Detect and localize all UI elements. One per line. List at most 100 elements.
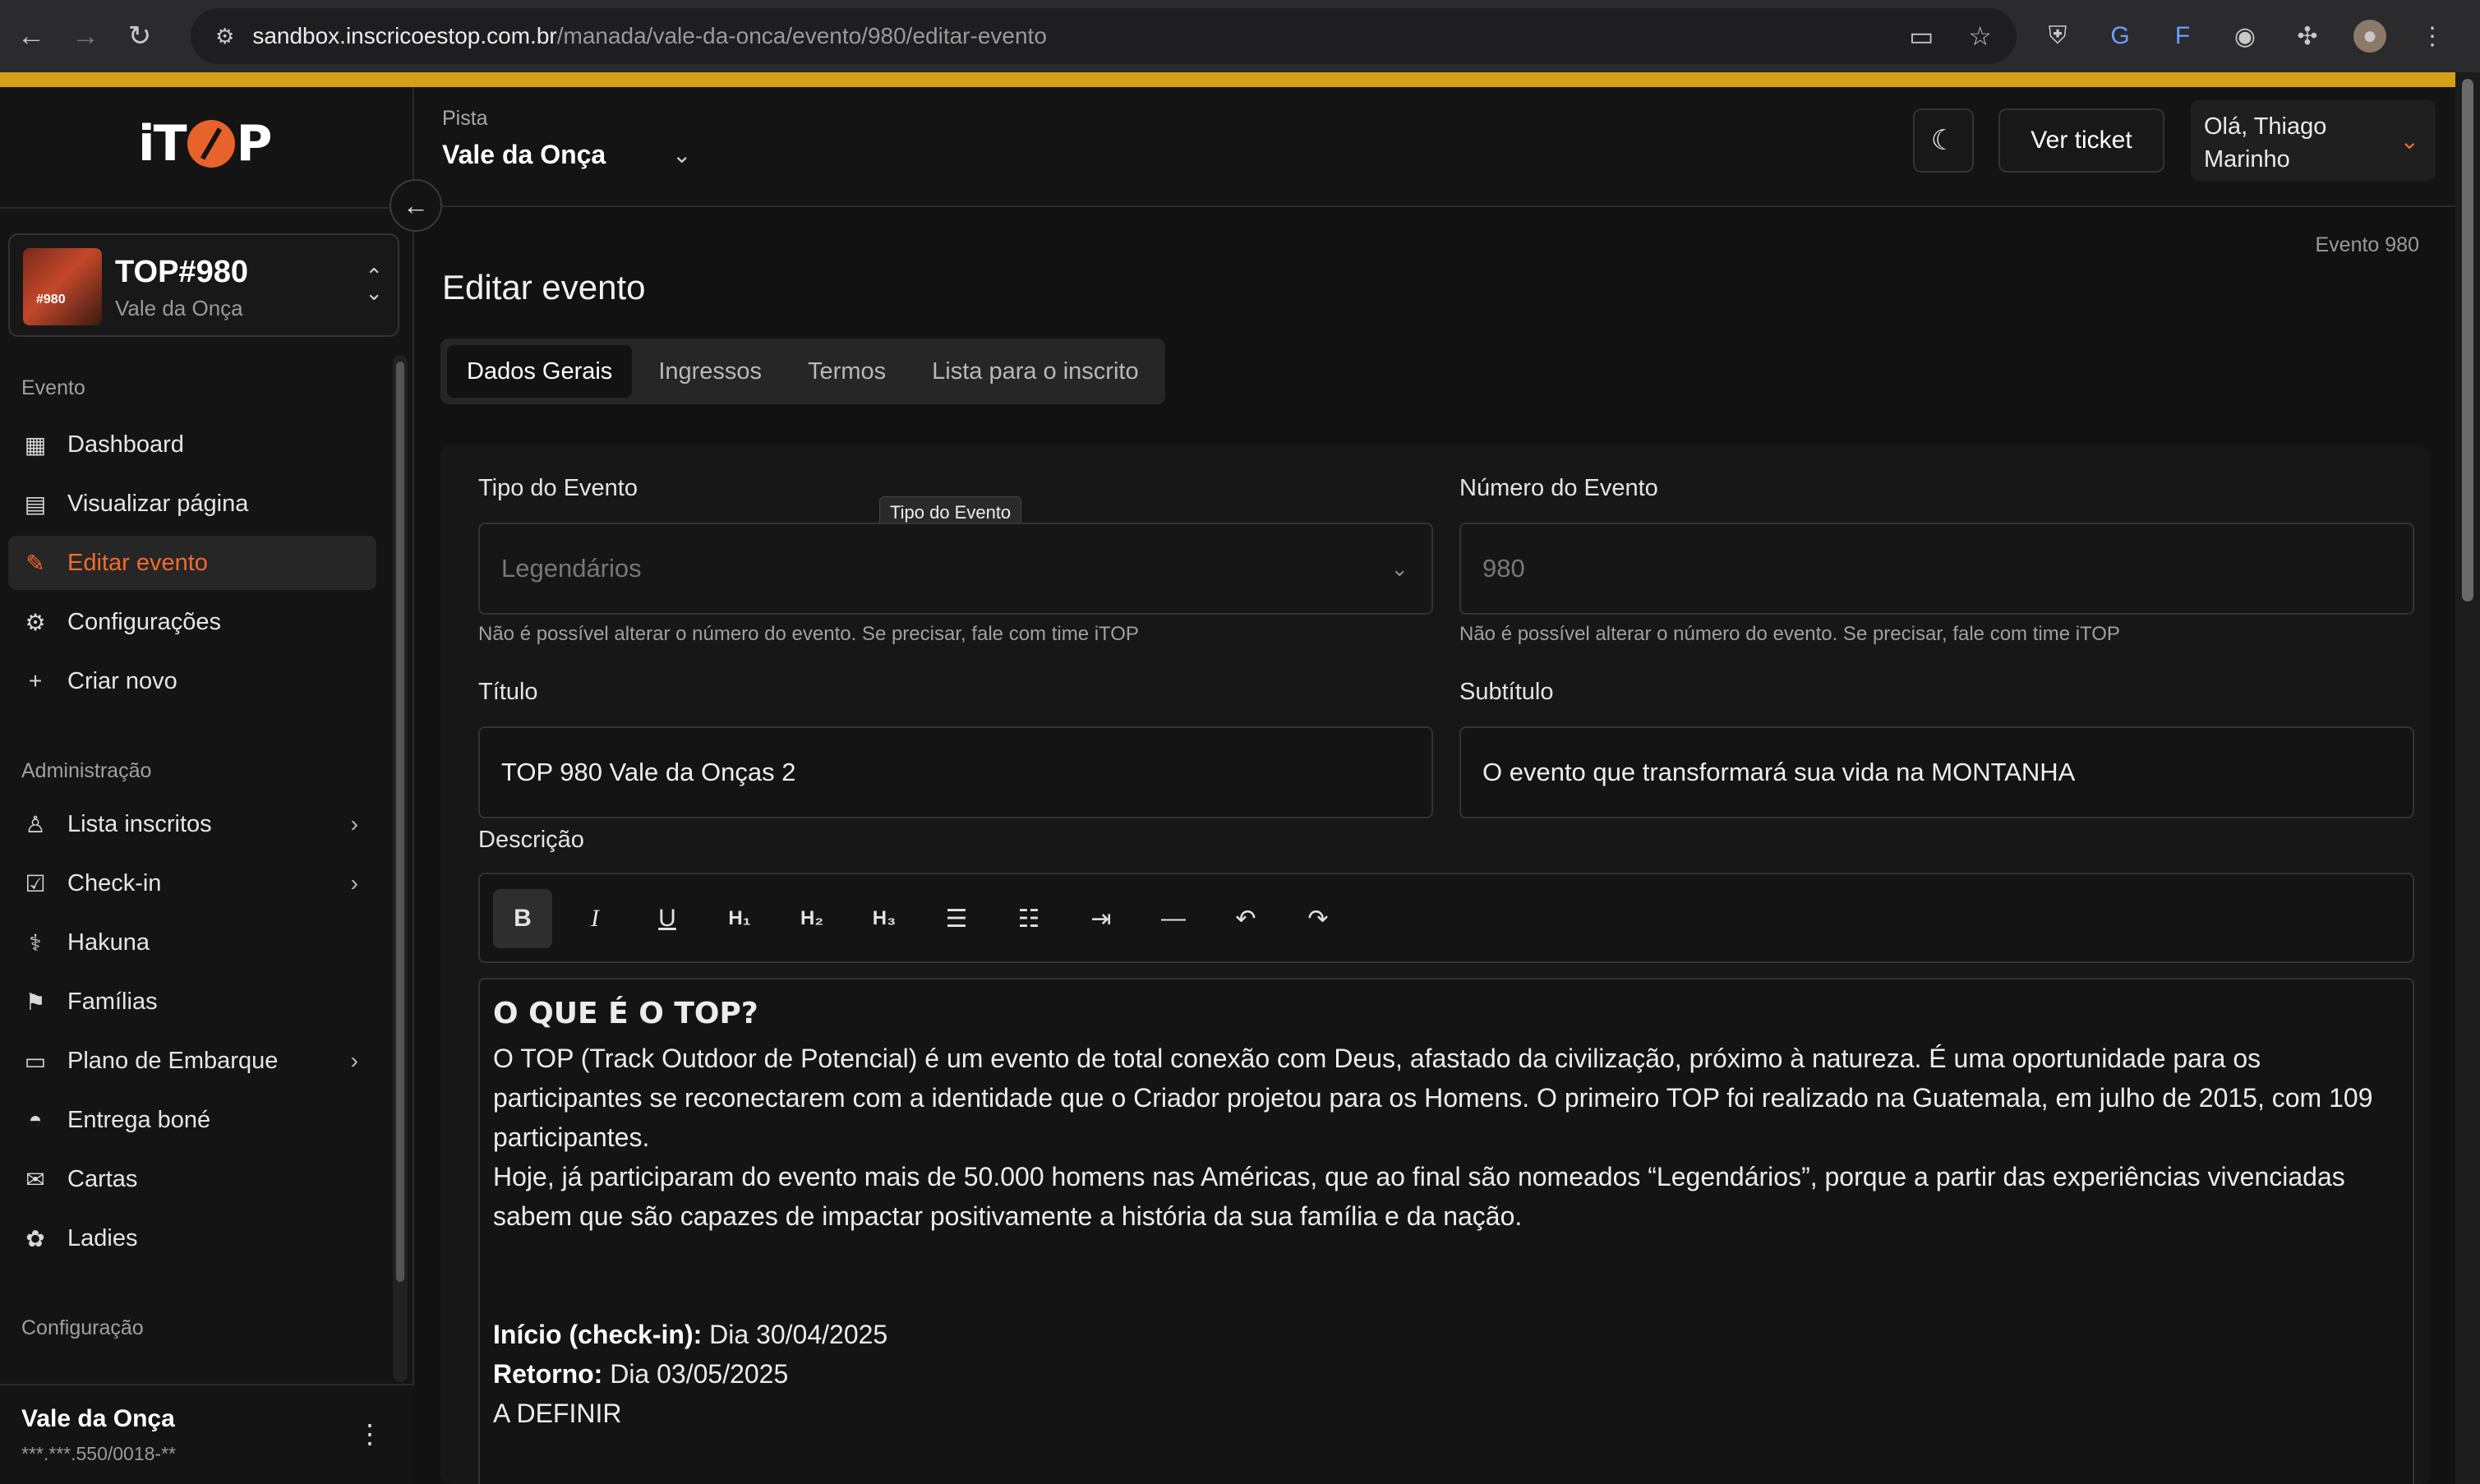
tab-termos[interactable]: Termos — [788, 345, 906, 398]
ver-ticket-button[interactable]: Ver ticket — [1998, 108, 2164, 173]
sidebar-item-entrega-bone[interactable]: ◓ Entrega boné — [8, 1093, 376, 1147]
sidebar-item-label: Ladies — [67, 1224, 138, 1251]
gear-icon: ⚙ — [25, 609, 46, 635]
sidebar-item-cartas[interactable]: ✉ Cartas — [8, 1152, 376, 1206]
reload-icon[interactable]: ↻ — [117, 13, 163, 59]
event-subtitle: Vale da Onça — [115, 296, 243, 320]
event-name: TOP#980 — [115, 255, 248, 289]
address-bar[interactable]: ⚙ sandbox.inscricoestop.com.br/manada/va… — [191, 8, 2017, 64]
sidebar-item-configuracoes[interactable]: ⚙ Configurações — [8, 595, 376, 649]
chevron-right-icon: › — [350, 1048, 358, 1073]
tab-dados-gerais[interactable]: Dados Gerais — [447, 345, 633, 398]
puzzle-extension-icon[interactable]: ✣ — [2291, 20, 2324, 53]
stethoscope-icon: ⚕ — [29, 929, 42, 956]
bullet-list-icon[interactable]: ☰ — [927, 889, 986, 948]
chevrons-up-down-icon[interactable]: ⌃ ⌄ — [365, 265, 383, 303]
sidebar-item-label: Check-in — [67, 869, 162, 896]
pista-select[interactable]: Vale da Onça — [442, 140, 606, 170]
sidebar-item-ladies[interactable]: ✿ Ladies — [8, 1211, 376, 1265]
sidebar-item-label: Editar evento — [67, 549, 208, 576]
sidebar-item-hakuna[interactable]: ⚕ Hakuna — [8, 915, 376, 970]
sidebar-item-label: Lista inscritos — [67, 810, 212, 837]
user-menu-button[interactable]: Olá, Thiago Marinho ⌄ — [2191, 100, 2436, 181]
more-vertical-icon[interactable]: ⋮ — [357, 1418, 383, 1449]
italic-icon[interactable]: I — [565, 889, 625, 948]
install-app-icon[interactable]: ▭ — [1909, 21, 1934, 52]
url-path: /manada/vale-da-onca/evento/980/editar-e… — [556, 23, 1047, 48]
editor-paragraph: Hoje, já participaram do evento mais de … — [493, 1162, 2345, 1231]
sidebar-item-visualizar[interactable]: ▤ Visualizar página — [8, 477, 376, 531]
app-header: Pista Vale da Onça ⌄ ☾ Ver ticket Olá, T… — [416, 87, 2455, 207]
bus-icon: ▭ — [24, 1048, 47, 1074]
tab-ingressos[interactable]: Ingressos — [638, 345, 781, 398]
description-editor[interactable]: O QUE É O TOP? O TOP (Track Outdoor de P… — [478, 978, 2414, 1484]
browser-menu-icon[interactable]: ⋮ — [2416, 20, 2449, 53]
page-scrollbar-thumb[interactable] — [2462, 79, 2473, 601]
event-thumb-label: #980 — [36, 293, 66, 306]
browser-toolbar: ← → ↻ ⚙ sandbox.inscricoestop.com.br/man… — [0, 0, 2480, 72]
back-icon[interactable]: ← — [8, 13, 54, 59]
event-switcher[interactable]: #980 TOP#980 Vale da Onça ⌃ ⌄ — [8, 233, 399, 337]
flag-icon: ⚑ — [25, 989, 46, 1015]
sidebar-item-label: Criar novo — [67, 667, 177, 694]
editor-paragraph: O TOP (Track Outdoor de Potencial) é um … — [493, 1044, 2373, 1152]
tab-lista-inscrito[interactable]: Lista para o inscrito — [912, 345, 1158, 398]
sidebar-item-familias[interactable]: ⚑ Famílias — [8, 975, 376, 1029]
sidebar-scrollbar-thumb[interactable] — [396, 362, 404, 1282]
sidebar-item-check-in[interactable]: ☑ Check-in › — [8, 856, 376, 910]
org-document: ***.***.550/0018-** — [21, 1443, 176, 1464]
tipo-evento-select[interactable]: Legendários ⌄ — [478, 523, 1433, 615]
profile-avatar-icon[interactable]: ● — [2353, 20, 2386, 53]
sidebar-item-dashboard[interactable]: ▦ Dashboard — [8, 417, 376, 472]
logo-text-left: iT — [138, 115, 187, 173]
pista-label: Pista — [442, 107, 488, 130]
sidebar-item-plano-embarque[interactable]: ▭ Plano de Embarque › — [8, 1034, 376, 1088]
indent-icon[interactable]: ⇥ — [1072, 889, 1131, 948]
user-greeting-line2: Marinho — [2204, 146, 2290, 173]
fi-extension-icon[interactable]: F — [2166, 20, 2199, 53]
pencil-icon: ✎ — [25, 550, 45, 576]
heading1-icon[interactable]: H₁ — [710, 889, 769, 948]
heading3-icon[interactable]: H₃ — [855, 889, 914, 948]
bookmark-star-icon[interactable]: ☆ — [1968, 21, 1992, 52]
redo-icon[interactable]: ↷ — [1288, 889, 1348, 948]
sidebar-item-label: Entrega boné — [67, 1106, 211, 1133]
shield-extension-icon[interactable]: ⛨ — [2041, 20, 2074, 53]
logo-text-right: P — [236, 115, 273, 173]
numero-evento-input[interactable]: 980 — [1459, 523, 2414, 615]
editor-inicio-line: Início (check-in): Dia 30/04/2025 — [493, 1315, 2399, 1354]
sidebar-item-editar[interactable]: ✎ Editar evento — [8, 536, 376, 590]
section-administracao: Administração — [21, 759, 152, 782]
globe-extension-icon[interactable]: ◉ — [2229, 20, 2261, 53]
underline-icon[interactable]: U — [638, 889, 697, 948]
itop-logo[interactable]: iT P — [138, 115, 273, 173]
bold-icon[interactable]: B — [493, 889, 552, 948]
sidebar-item-criar-novo[interactable]: + Criar novo — [8, 654, 376, 708]
ordered-list-icon[interactable]: ☷ — [999, 889, 1058, 948]
chevron-right-icon: › — [350, 811, 358, 836]
section-configuracao: Configuração — [21, 1316, 144, 1339]
chevron-down-icon[interactable]: ⌄ — [672, 141, 691, 168]
horizontal-rule-icon[interactable]: — — [1144, 889, 1203, 948]
site-info-icon[interactable]: ⚙ — [215, 24, 234, 49]
retorno-label: Retorno: — [493, 1359, 603, 1389]
main-content: Evento 980 Editar evento Dados Gerais In… — [416, 209, 2455, 1484]
sidebar-item-lista-inscritos[interactable]: ♙ Lista inscritos › — [8, 797, 376, 851]
forward-icon[interactable]: → — [62, 13, 108, 59]
chevron-down-icon: ⌄ — [1390, 555, 1408, 581]
numero-evento-hint: Não é possível alterar o número do event… — [1459, 623, 2120, 645]
sidebar-item-label: Dashboard — [67, 431, 184, 458]
page-title: Editar evento — [442, 268, 646, 306]
editor-retorno-line: Retorno: Dia 03/05/2025 — [493, 1354, 2399, 1394]
editor-heading: O QUE É O TOP? — [493, 997, 758, 1030]
theme-toggle-button[interactable]: ☾ — [1913, 108, 1974, 173]
collapse-sidebar-button[interactable]: ← — [390, 179, 442, 232]
titulo-label: Título — [478, 679, 538, 705]
inicio-label: Início (check-in): — [493, 1320, 703, 1349]
titulo-input[interactable]: TOP 980 Vale da Onças 2 — [478, 726, 1433, 818]
translate-extension-icon[interactable]: G — [2104, 20, 2137, 53]
undo-icon[interactable]: ↶ — [1216, 889, 1275, 948]
arrow-left-icon: ← — [403, 190, 429, 220]
subtitulo-input[interactable]: O evento que transformará sua vida na MO… — [1459, 726, 2414, 818]
heading2-icon[interactable]: H₂ — [782, 889, 841, 948]
